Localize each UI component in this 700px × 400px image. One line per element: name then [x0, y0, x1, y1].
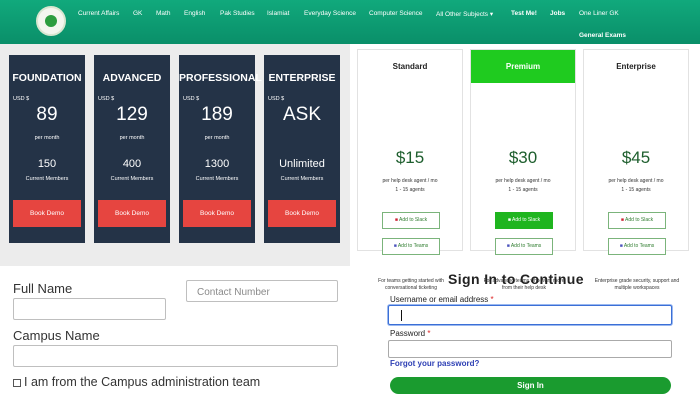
logo-emblem: [45, 15, 57, 27]
nav-one-liner-gk[interactable]: One Liner GK: [579, 10, 619, 17]
add-to-slack-label: Add to Slack: [399, 217, 428, 223]
add-to-teams-label: Add to Teams: [623, 243, 655, 249]
required-mark: *: [427, 329, 431, 338]
plan-price-note: per help desk agent / mo: [608, 178, 664, 184]
book-demo-button[interactable]: Book Demo: [268, 200, 336, 227]
plan-price-note: per help desk agent / mo: [495, 178, 551, 184]
sign-in-button[interactable]: Sign In: [390, 377, 671, 394]
plan-name: Premium: [471, 50, 575, 83]
plan-period: per month: [204, 135, 230, 141]
plan-price: $30: [508, 148, 538, 167]
nav-math[interactable]: Math: [156, 10, 170, 17]
plan-card-advanced: ADVANCED USD $ 129 per month 400 Current…: [94, 55, 170, 243]
plan-currency: USD $: [183, 96, 200, 102]
add-to-slack-label: Add to Slack: [625, 217, 654, 223]
plan-currency: USD $: [268, 96, 285, 102]
plan-price-note: per help desk agent / mo: [382, 178, 438, 184]
page-root: Current Affairs GK Math English Pak Stud…: [0, 0, 700, 400]
plan-card-enterprise: ENTERPRISE USD $ ASK Unlimited Current M…: [264, 55, 340, 243]
full-name-field[interactable]: [13, 298, 166, 320]
plan-price: 89: [36, 104, 58, 125]
nav-english[interactable]: English: [184, 10, 205, 17]
plan-price: $15: [395, 148, 425, 167]
nav-all-other-subjects[interactable]: All Other Subjects ▾: [436, 10, 493, 18]
plan-name: ENTERPRISE: [268, 72, 336, 84]
plan-card-professional: PROFESSIONAL USD $ 189 per month 1300 Cu…: [179, 55, 262, 243]
password-label: Password *: [390, 329, 430, 338]
plan-agent-range: 1 - 15 agents: [395, 187, 425, 193]
add-to-teams-label: Add to Teams: [510, 243, 542, 249]
nav-general-exams[interactable]: General Exams: [579, 32, 626, 39]
plan-card-premium: Premium $30 per help desk agent / mo 1 -…: [470, 49, 576, 291]
plan-members: Unlimited: [279, 158, 325, 170]
plan-name: FOUNDATION: [12, 72, 82, 84]
plan-price: 129: [116, 104, 148, 125]
campus-admin-checkbox-label: I am from the Campus administration team: [24, 375, 261, 389]
plan-agent-range: 1 - 15 agents: [621, 187, 651, 193]
contact-number-field[interactable]: Contact Number: [186, 280, 338, 302]
book-demo-button[interactable]: Book Demo: [13, 200, 81, 227]
plan-name: Enterprise: [616, 62, 656, 71]
plan-members: 400: [122, 158, 142, 170]
plan-name: Standard: [392, 62, 428, 71]
add-to-teams-button[interactable]: ■ Add to Teams: [495, 238, 553, 255]
plan-members: 150: [37, 158, 57, 170]
nav-islamiat[interactable]: Islamiat: [267, 10, 289, 17]
campus-name-label: Campus Name: [13, 328, 100, 343]
contact-number-placeholder: Contact Number: [197, 287, 270, 298]
plan-name: PROFESSIONAL: [179, 72, 262, 84]
plan-period: per month: [119, 135, 145, 141]
full-name-label: Full Name: [13, 281, 73, 296]
plan-members-label: Current Members: [195, 176, 239, 182]
plan-members-label: Current Members: [25, 176, 69, 182]
plan-card-enterprise-light: Enterprise $45 per help desk agent / mo …: [583, 49, 689, 291]
add-to-slack-button[interactable]: ■ Add to Slack: [382, 212, 440, 229]
add-to-teams-label: Add to Teams: [397, 243, 429, 249]
username-label-text: Username or email address: [390, 295, 489, 304]
username-label: Username or email address *: [390, 295, 494, 304]
plan-description: Enterprise grade security, support and m…: [594, 278, 680, 291]
plan-members-label: Current Members: [280, 176, 324, 182]
nav-pak-studies[interactable]: Pak Studies: [220, 10, 255, 17]
plan-description: For teams getting started with conversat…: [378, 278, 444, 291]
plan-price: ASK: [282, 104, 322, 125]
password-input[interactable]: [388, 340, 672, 358]
password-label-text: Password: [390, 329, 426, 338]
add-to-teams-button[interactable]: ■ Add to Teams: [382, 238, 440, 255]
add-to-slack-button[interactable]: ■ Add to Slack: [608, 212, 666, 229]
required-mark: *: [490, 295, 494, 304]
nav-everyday-science[interactable]: Everyday Science: [304, 10, 356, 17]
site-logo[interactable]: [36, 6, 66, 36]
plan-price: 189: [201, 104, 233, 125]
plan-period: per month: [34, 135, 60, 141]
add-to-slack-label: Add to Slack: [512, 217, 541, 223]
top-nav-bar: Current Affairs GK Math English Pak Stud…: [0, 0, 700, 44]
campus-admin-checkbox[interactable]: [13, 379, 21, 387]
book-demo-button[interactable]: Book Demo: [98, 200, 166, 227]
nav-test-me[interactable]: Test Me!: [511, 10, 537, 17]
text-cursor: [401, 310, 402, 321]
nav-computer-science[interactable]: Computer Science: [369, 10, 422, 17]
username-input[interactable]: [388, 305, 672, 325]
nav-gk[interactable]: GK: [133, 10, 142, 17]
plan-card-standard: Standard $15 per help desk agent / mo 1 …: [357, 49, 463, 291]
book-demo-button[interactable]: Book Demo: [183, 200, 251, 227]
plan-agent-range: 1 - 15 agents: [508, 187, 538, 193]
plan-members: 1300: [204, 158, 230, 170]
campus-name-field[interactable]: [13, 345, 338, 367]
signin-title: Sign In to Continue: [448, 271, 584, 287]
plan-price: $45: [621, 148, 651, 167]
add-to-teams-button[interactable]: ■ Add to Teams: [608, 238, 666, 255]
plan-currency: USD $: [13, 96, 30, 102]
nav-jobs[interactable]: Jobs: [550, 10, 565, 17]
plan-currency: USD $: [98, 96, 115, 102]
forgot-password-link[interactable]: Forgot your password?: [390, 359, 479, 368]
plan-members-label: Current Members: [110, 176, 154, 182]
nav-current-affairs[interactable]: Current Affairs: [78, 10, 119, 17]
add-to-slack-button[interactable]: ■ Add to Slack: [495, 212, 553, 229]
plan-card-foundation: FOUNDATION USD $ 89 per month 150 Curren…: [9, 55, 85, 243]
plan-name: ADVANCED: [102, 72, 162, 84]
